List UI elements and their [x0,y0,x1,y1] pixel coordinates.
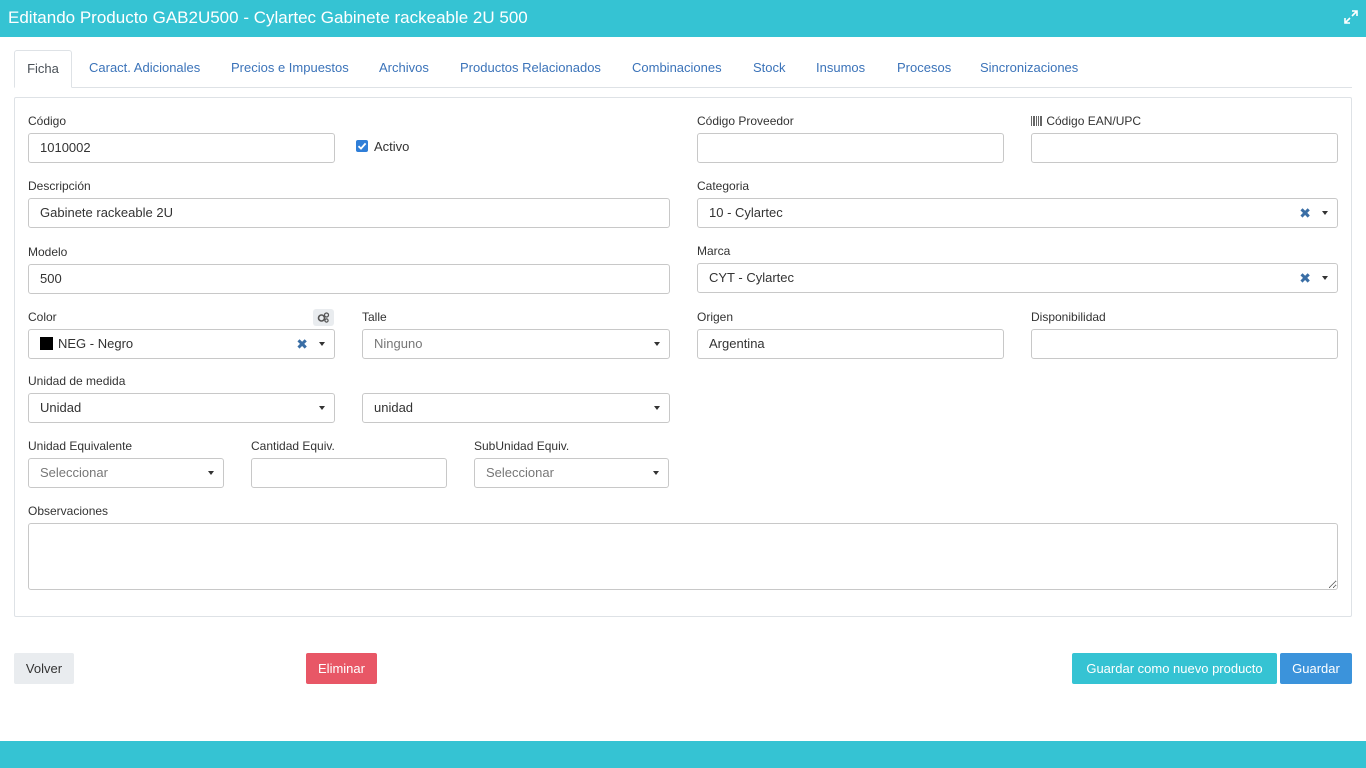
categoria-select[interactable]: 10 - Cylartec ✖ [697,198,1338,228]
unidad-medida-label: Unidad de medida [28,374,126,388]
tab-caract-adicionales[interactable]: Caract. Adicionales [89,50,200,86]
check-icon [357,142,367,150]
cantidad-equiv-input[interactable] [251,458,447,488]
unidad-medida-value-2: unidad [374,400,414,415]
barcode-icon [1031,116,1042,126]
tab-bar: Ficha Caract. Adicionales Precios e Impu… [14,50,1352,88]
volver-button[interactable]: Volver [14,653,74,684]
color-select[interactable]: NEG - Negro ✖ [28,329,335,359]
tab-archivos[interactable]: Archivos [379,50,429,86]
categoria-clear-icon[interactable]: ✖ [1299,199,1311,227]
modelo-input[interactable]: 500 [28,264,670,294]
footer-bar [0,741,1366,768]
color-label: Color [28,310,57,324]
disponibilidad-label: Disponibilidad [1031,310,1106,324]
chevron-down-icon [653,471,659,475]
marca-value: CYT - Cylartec [709,270,794,285]
cantidad-equiv-label: Cantidad Equiv. [251,439,335,453]
codigo-label: Código [28,114,67,128]
codigo-input[interactable]: 1010002 [28,133,335,163]
chevron-down-icon [1322,276,1328,280]
descripcion-input[interactable]: Gabinete rackeable 2U [28,198,670,228]
disponibilidad-input[interactable] [1031,329,1338,359]
tab-precios-impuestos[interactable]: Precios e Impuestos [231,50,349,86]
marca-clear-icon[interactable]: ✖ [1299,264,1311,292]
window-titlebar: Editando Producto GAB2U500 - Cylartec Ga… [0,0,1366,37]
codigo-ean-label: Código EAN/UPC [1046,114,1142,128]
categoria-label: Categoria [697,179,750,193]
tab-procesos[interactable]: Procesos [897,50,951,86]
unidad-equivalente-value: Seleccionar [40,465,108,480]
modelo-label: Modelo [28,245,68,259]
guardar-nuevo-button[interactable]: Guardar como nuevo producto [1072,653,1277,684]
chevron-down-icon [208,471,214,475]
unidad-equivalente-select[interactable]: Seleccionar [28,458,224,488]
talle-value: Ninguno [374,336,423,351]
codigo-ean-input[interactable] [1031,133,1338,163]
observaciones-textarea[interactable] [28,523,1338,590]
unidad-equivalente-label: Unidad Equivalente [28,439,133,453]
chevron-down-icon [654,342,660,346]
subunidad-equiv-label: SubUnidad Equiv. [474,439,570,453]
chevron-down-icon [319,342,325,346]
origen-input[interactable]: Argentina [697,329,1004,359]
tab-stock[interactable]: Stock [753,50,786,86]
window-title: Editando Producto GAB2U500 - Cylartec Ga… [8,8,528,27]
tab-sincronizaciones[interactable]: Sincronizaciones [980,50,1078,86]
gears-glyph [317,312,330,323]
subunidad-equiv-select[interactable]: Seleccionar [474,458,669,488]
gears-icon[interactable] [313,309,334,326]
tab-combinaciones[interactable]: Combinaciones [632,50,722,86]
unidad-medida-select[interactable]: Unidad [28,393,335,423]
codigo-ean-label-wrap: Código EAN/UPC [1031,114,1141,128]
color-clear-icon[interactable]: ✖ [296,330,308,358]
codigo-proveedor-label: Código Proveedor [697,114,794,128]
talle-select[interactable]: Ninguno [362,329,670,359]
chevron-down-icon [319,406,325,410]
observaciones-label: Observaciones [28,504,109,518]
chevron-down-icon [654,406,660,410]
subunidad-equiv-value: Seleccionar [486,465,554,480]
origen-label: Origen [697,310,734,324]
chevron-down-icon [1322,211,1328,215]
color-swatch [40,337,53,350]
categoria-value: 10 - Cylartec [709,205,783,220]
marca-label: Marca [697,244,731,258]
unidad-medida-value: Unidad [40,400,82,415]
activo-checkbox[interactable] [356,140,368,152]
activo-label: Activo [374,139,410,154]
eliminar-button[interactable]: Eliminar [306,653,377,684]
unidad-medida-select-2[interactable]: unidad [362,393,670,423]
marca-select[interactable]: CYT - Cylartec ✖ [697,263,1338,293]
codigo-proveedor-input[interactable] [697,133,1004,163]
tab-ficha[interactable]: Ficha [14,50,72,88]
tab-productos-relacionados[interactable]: Productos Relacionados [460,50,601,86]
talle-label: Talle [362,310,387,324]
restore-window-icon[interactable] [1344,10,1358,24]
guardar-button[interactable]: Guardar [1280,653,1352,684]
tab-insumos[interactable]: Insumos [816,50,865,86]
color-value: NEG - Negro [58,336,134,351]
descripcion-label: Descripción [28,179,91,193]
